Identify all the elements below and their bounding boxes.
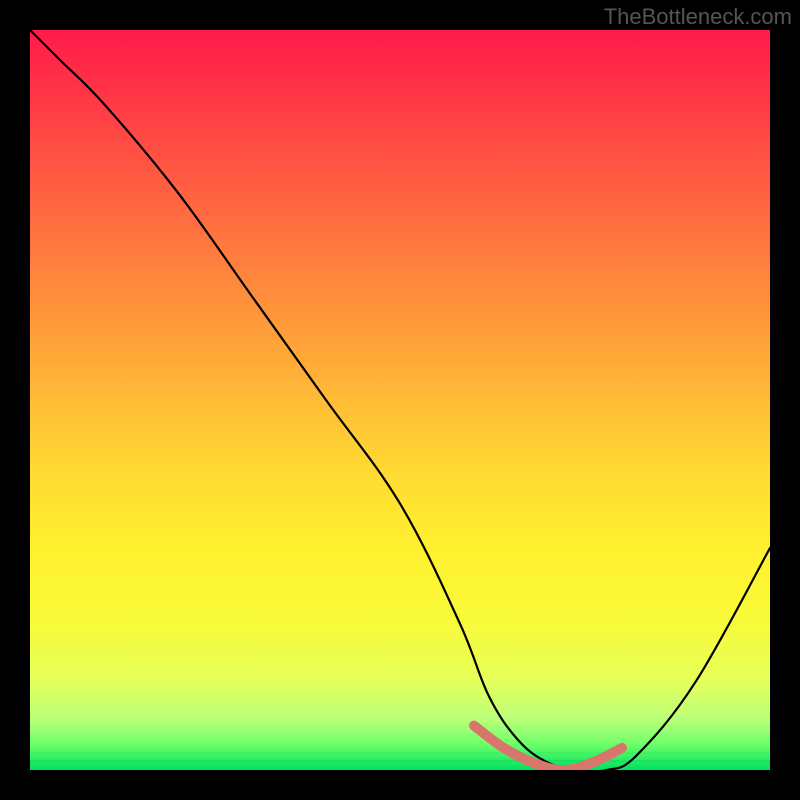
watermark-text: TheBottleneck.com bbox=[604, 4, 792, 30]
plot-area bbox=[30, 30, 770, 770]
optimal-zone-highlight bbox=[474, 726, 622, 770]
chart-container: TheBottleneck.com bbox=[0, 0, 800, 800]
bottleneck-curve-svg bbox=[30, 30, 770, 770]
bottleneck-curve-line bbox=[30, 30, 770, 770]
